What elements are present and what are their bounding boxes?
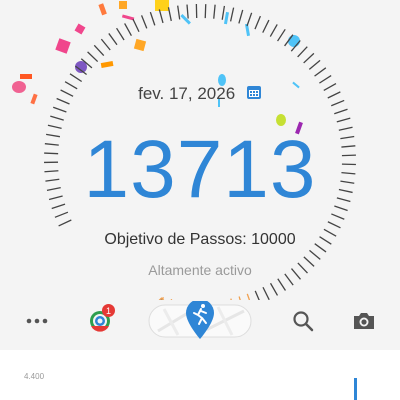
gauge-tick [87,51,99,63]
gauge-tick [303,52,315,64]
calendar-icon[interactable] [246,84,262,105]
gauge-tick [269,282,279,296]
camera-button[interactable] [348,296,380,346]
gauge-tick [254,15,261,30]
gauge-tick [69,73,83,83]
gauge-tick [124,23,132,36]
gauge-tick [204,4,207,19]
gauge-tick [58,219,72,227]
notification-badge: 1 [102,304,115,317]
gauge-tick [327,221,341,229]
gauge-tick [186,4,189,19]
date-label: fev. 17, 2026 [138,84,236,103]
steps-chart: 4.400 [0,350,400,400]
gauge-tick [140,15,148,29]
action-toolbar: 1 [0,296,400,346]
gauge-tick [314,67,327,77]
gauge-tick [213,4,216,19]
search-icon [293,311,314,332]
gauge-tick [269,24,278,37]
chart-bar [354,378,357,400]
gauge-tick [158,9,164,24]
search-button[interactable] [286,296,320,346]
gauge-tick [290,40,301,52]
gauge-tick [309,249,321,260]
gauge-tick [336,117,351,123]
gauge-tick [132,18,140,33]
gauge-tick [80,58,93,69]
route-map-button[interactable] [148,296,252,346]
gauge-tick [297,46,308,58]
gauge-tick [277,28,286,42]
gauge-tick [262,19,270,33]
more-dots-icon [26,318,48,324]
gauge-tick [108,33,118,46]
more-button[interactable] [22,296,52,346]
step-count: 13713 [83,124,317,215]
gauge-tick [116,27,125,41]
running-map-icon [148,301,252,339]
coach-button[interactable]: 1 [82,296,118,346]
gauge-tick [229,7,235,22]
gauge-tick [319,74,332,84]
gauge-tick [93,44,105,57]
gauge-tick [284,34,294,47]
gauge-tick [334,108,348,115]
gauge-tick [50,115,64,121]
gauge-tick [246,12,253,27]
gauge-tick [221,5,226,20]
gauge-tick [52,106,67,113]
gauge-tick [75,65,87,76]
date-selector[interactable]: fev. 17, 2026 [0,84,400,105]
gauge-tick [167,7,172,22]
camera-icon [354,313,374,329]
activity-level: Altamente activo [148,262,252,278]
step-goal[interactable]: Objetivo de Passos: 10000 [0,231,400,249]
gauge-tick [238,9,244,24]
gauge-tick [100,38,111,51]
gauge-tick [149,11,156,26]
y-axis-tick: 4.400 [24,372,45,381]
gauge-tick [308,59,321,70]
gauge-tick [277,278,287,291]
gauge-tick [177,5,181,20]
